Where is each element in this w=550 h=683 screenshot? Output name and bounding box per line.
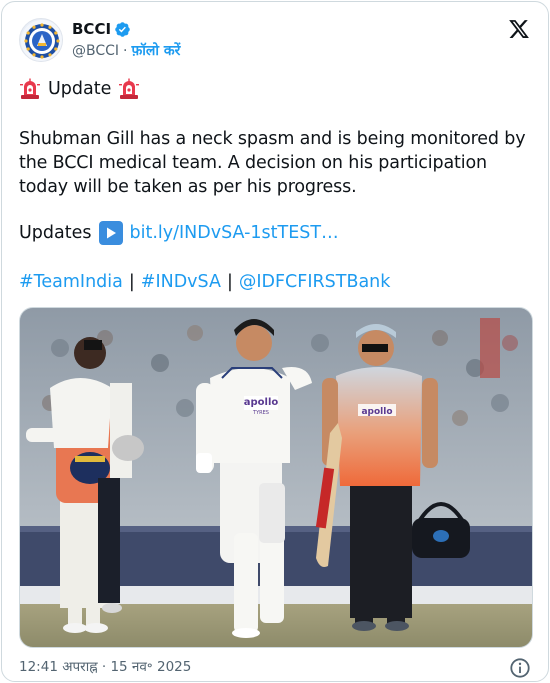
handle-separator: · xyxy=(123,42,128,59)
follow-button[interactable]: फ़ॉलो करें xyxy=(132,41,181,60)
tweet-photo[interactable]: apollo TYRES apollo xyxy=(19,307,533,648)
mention-idfcfirstbank[interactable]: @IDFCFIRSTBank xyxy=(239,270,391,294)
hashtag-teamindia[interactable]: #TeamIndia xyxy=(19,270,123,294)
police-light-emoji-icon xyxy=(118,78,140,100)
police-light-emoji-icon xyxy=(19,78,41,100)
tweet-card: BCCI @BCCI · फ़ॉलो करें Update Shubman G… xyxy=(1,1,549,682)
hashtag-indvsa[interactable]: #INDvSA xyxy=(141,270,221,294)
bcci-logo-icon xyxy=(21,20,62,61)
updates-label: Updates xyxy=(19,223,92,243)
divider: | xyxy=(226,272,233,292)
cricket-photo: apollo TYRES apollo xyxy=(20,308,532,647)
hashtags-line: #TeamIndia | #INDvSA | @IDFCFIRSTBank xyxy=(19,270,532,294)
physio-jersey-sponsor-text: apollo xyxy=(361,407,392,417)
info-icon[interactable] xyxy=(509,657,531,679)
play-button-emoji-icon xyxy=(98,221,123,245)
update-heading: Update xyxy=(19,77,532,101)
update-label: Update xyxy=(48,79,112,99)
divider: | xyxy=(128,272,135,292)
shortened-link[interactable]: bit.ly/INDvSA-1stTEST… xyxy=(130,221,339,245)
tweet-header: BCCI @BCCI · फ़ॉलो करें xyxy=(19,15,532,65)
author-name-row: BCCI xyxy=(72,20,131,38)
avatar[interactable] xyxy=(19,18,63,62)
x-logo-icon[interactable] xyxy=(508,18,530,40)
verified-badge-icon xyxy=(114,21,131,38)
author-display-name[interactable]: BCCI xyxy=(72,20,111,38)
updates-line: Updates bit.ly/INDvSA-1stTEST… xyxy=(19,221,532,245)
tweet-timestamp[interactable]: 12:41 अपराह्न · 15 नव॰ 2025 xyxy=(19,657,191,675)
jersey-sponsor-text: apollo xyxy=(244,397,279,408)
jersey-sponsor-sub-text: TYRES xyxy=(252,410,269,416)
author-handle[interactable]: @BCCI xyxy=(72,43,119,59)
author-handle-row: @BCCI · फ़ॉलो करें xyxy=(72,41,180,60)
tweet-paragraph: Shubman Gill has a neck spasm and is bei… xyxy=(19,129,526,197)
